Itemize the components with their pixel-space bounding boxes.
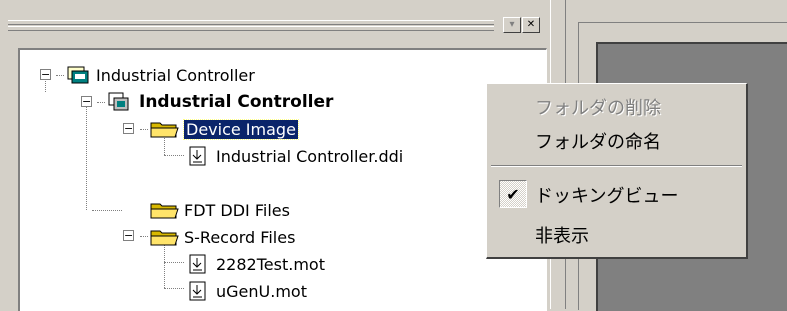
folder-open-icon — [150, 230, 179, 246]
menu-separator — [491, 165, 742, 167]
tree-line — [86, 102, 87, 210]
tree-line — [164, 288, 184, 289]
close-icon: ✕ — [526, 19, 536, 30]
pane-grip[interactable] — [8, 20, 494, 25]
tree-line — [140, 236, 148, 237]
dropdown-button[interactable]: ▾ — [503, 17, 521, 33]
tree-item[interactable]: 2282Test.mot — [188, 251, 325, 277]
document-icon — [189, 146, 206, 166]
tree-line — [56, 75, 64, 76]
tree-line — [97, 102, 105, 103]
checkmark-glyph: ✔ — [506, 184, 520, 204]
tree-item[interactable]: Device Image — [150, 116, 299, 142]
tree-item-label: 2282Test.mot — [216, 254, 325, 274]
tree-line — [164, 262, 184, 263]
tree-item[interactable]: Industrial Controller — [66, 62, 255, 88]
tree-item[interactable]: Industrial Controller.ddi — [188, 143, 403, 169]
menu-item-rename-folder[interactable]: フォルダの命名 — [535, 128, 661, 154]
close-button[interactable]: ✕ — [522, 17, 540, 33]
tree-item-label: uGenU.mot — [216, 281, 307, 301]
document-icon — [189, 254, 206, 274]
menu-item-hide[interactable]: 非表示 — [535, 222, 589, 248]
tree-item-label: Industrial Controller — [96, 65, 255, 85]
chevron-down-icon: ▾ — [509, 19, 515, 30]
tree-item[interactable]: FDT DDI Files — [150, 197, 290, 223]
expander-button[interactable]: − — [123, 123, 134, 134]
tree-line — [164, 155, 184, 156]
expander-button[interactable]: − — [123, 230, 134, 241]
tree-item-label: Industrial Controller.ddi — [216, 146, 404, 166]
folder-open-icon — [150, 203, 179, 219]
docking-pane: ▾ ✕ − − − − Industrial Controller Indust… — [0, 0, 562, 311]
tree-item[interactable]: Industrial Controller — [107, 89, 333, 115]
expander-button[interactable]: − — [81, 96, 92, 107]
tree-item-label: FDT DDI Files — [184, 200, 290, 220]
tree-item-label: Device Image — [183, 118, 299, 140]
tree-view[interactable]: − − − − Industrial Controller Industrial… — [18, 48, 547, 311]
context-menu: フォルダの削除 フォルダの命名 ✔ ドッキングビュー 非表示 — [486, 83, 748, 259]
document-icon — [189, 281, 206, 301]
controller-group-icon — [67, 66, 89, 84]
tree-item-label: S-Record Files — [184, 227, 296, 247]
checkmark-icon: ✔ — [499, 180, 527, 208]
menu-item-delete-folder[interactable]: フォルダの削除 — [535, 94, 661, 120]
folder-open-icon — [150, 122, 179, 138]
controller-icon — [108, 92, 129, 111]
expander-button[interactable]: − — [40, 69, 51, 80]
tree-line — [92, 210, 122, 211]
tree-item[interactable]: uGenU.mot — [188, 278, 307, 304]
menu-item-docking-view[interactable]: ドッキングビュー — [535, 182, 678, 208]
tree-item-label: Industrial Controller — [139, 92, 334, 112]
pane-grip-line — [8, 26, 494, 31]
tree-line — [140, 129, 148, 130]
tree-item[interactable]: S-Record Files — [150, 224, 295, 250]
